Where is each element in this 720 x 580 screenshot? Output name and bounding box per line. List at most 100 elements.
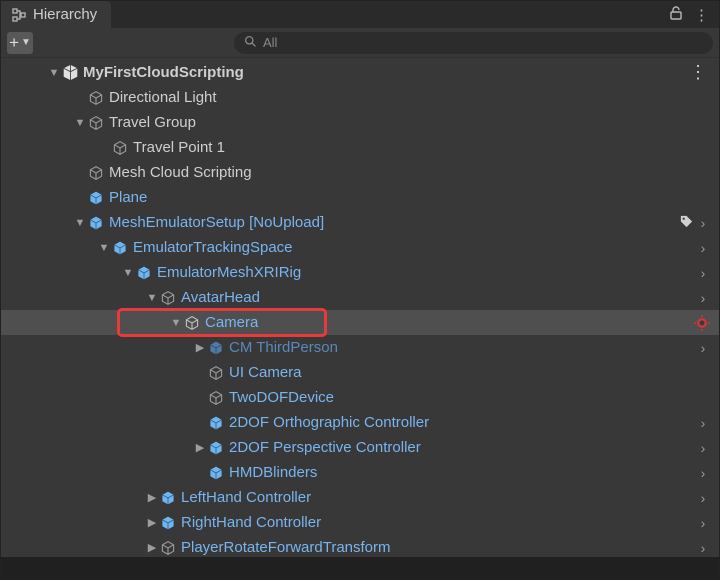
tree-row[interactable]: ▼ Travel Group bbox=[1, 110, 719, 135]
gameobject-icon bbox=[111, 139, 129, 157]
item-label: UI Camera bbox=[229, 364, 711, 381]
foldout-icon[interactable]: ▼ bbox=[73, 217, 87, 229]
tree-row[interactable]: ▼ HMDBlinders › bbox=[1, 460, 719, 485]
panel-header: Hierarchy ⋮ bbox=[1, 1, 719, 28]
chevron-down-icon: ▼ bbox=[21, 38, 31, 48]
tree-row-camera[interactable]: ▼ Camera bbox=[1, 310, 719, 335]
prefab-icon bbox=[207, 414, 225, 432]
item-label: TwoDOFDevice bbox=[229, 389, 711, 406]
foldout-icon[interactable]: ▼ bbox=[47, 67, 61, 79]
warning-icon[interactable] bbox=[693, 314, 711, 332]
chevron-right-icon[interactable]: › bbox=[695, 440, 711, 456]
plus-icon: + bbox=[9, 34, 19, 51]
tree-row[interactable]: ▼ AvatarHead › bbox=[1, 285, 719, 310]
item-label: HMDBlinders bbox=[229, 464, 695, 481]
tree-row[interactable]: ▼ MeshEmulatorSetup [NoUpload] › bbox=[1, 210, 719, 235]
item-label: PlayerRotateForwardTransform bbox=[181, 539, 695, 556]
panel-menu-icon[interactable]: ⋮ bbox=[694, 6, 709, 24]
tree-row[interactable]: ▼ Mesh Cloud Scripting bbox=[1, 160, 719, 185]
item-label: CM ThirdPerson bbox=[229, 339, 695, 356]
foldout-icon[interactable]: ▶ bbox=[193, 441, 207, 454]
item-label: Camera bbox=[205, 314, 693, 331]
item-label: EmulatorTrackingSpace bbox=[133, 239, 695, 256]
chevron-right-icon[interactable]: › bbox=[695, 465, 711, 481]
foldout-icon[interactable]: ▶ bbox=[145, 516, 159, 529]
foldout-icon[interactable]: ▼ bbox=[121, 267, 135, 279]
item-label: 2DOF Orthographic Controller bbox=[229, 414, 695, 431]
tab-title: Hierarchy bbox=[33, 6, 97, 23]
gameobject-icon bbox=[87, 164, 105, 182]
chevron-right-icon[interactable]: › bbox=[695, 215, 711, 231]
gameobject-icon bbox=[87, 114, 105, 132]
tree-row[interactable]: ▶ 2DOF Perspective Controller › bbox=[1, 435, 719, 460]
search-input[interactable]: All bbox=[234, 32, 713, 54]
prefab-icon bbox=[207, 439, 225, 457]
hierarchy-tab[interactable]: Hierarchy bbox=[1, 1, 111, 28]
item-label: LeftHand Controller bbox=[181, 489, 695, 506]
chevron-right-icon[interactable]: › bbox=[695, 340, 711, 356]
prefab-icon bbox=[111, 239, 129, 257]
toolbar: + ▼ All bbox=[1, 28, 719, 58]
prefab-icon bbox=[207, 464, 225, 482]
tree-row[interactable]: ▼ EmulatorTrackingSpace › bbox=[1, 235, 719, 260]
chevron-right-icon[interactable]: › bbox=[695, 490, 711, 506]
chevron-right-icon[interactable]: › bbox=[695, 290, 711, 306]
tree-row[interactable]: ▼ TwoDOFDevice bbox=[1, 385, 719, 410]
hierarchy-tree[interactable]: ▼ MyFirstCloudScripting ⋮ ▼ Directional … bbox=[1, 58, 719, 557]
foldout-icon[interactable]: ▼ bbox=[169, 317, 183, 329]
foldout-icon[interactable]: ▼ bbox=[73, 117, 87, 129]
lock-icon[interactable] bbox=[668, 5, 684, 25]
item-label: RightHand Controller bbox=[181, 514, 695, 531]
search-icon bbox=[244, 35, 257, 51]
tag-icon[interactable] bbox=[679, 214, 695, 232]
foldout-icon[interactable]: ▼ bbox=[145, 292, 159, 304]
item-label: 2DOF Perspective Controller bbox=[229, 439, 695, 456]
tree-row[interactable]: ▶ PlayerRotateForwardTransform › bbox=[1, 535, 719, 557]
chevron-right-icon[interactable]: › bbox=[695, 265, 711, 281]
chevron-right-icon[interactable]: › bbox=[695, 240, 711, 256]
chevron-right-icon[interactable]: › bbox=[695, 540, 711, 556]
gameobject-icon bbox=[159, 539, 177, 557]
scene-name: MyFirstCloudScripting bbox=[83, 64, 685, 81]
header-right: ⋮ bbox=[658, 1, 719, 28]
item-label: EmulatorMeshXRIRig bbox=[157, 264, 695, 281]
prefab-icon bbox=[159, 489, 177, 507]
chevron-right-icon[interactable]: › bbox=[695, 415, 711, 431]
prefab-icon bbox=[135, 264, 153, 282]
tree-row[interactable]: ▼ EmulatorMeshXRIRig › bbox=[1, 260, 719, 285]
tree-row[interactable]: ▼ Plane bbox=[1, 185, 719, 210]
item-label: Travel Point 1 bbox=[133, 139, 711, 156]
foldout-icon[interactable]: ▶ bbox=[145, 541, 159, 554]
status-bar bbox=[1, 557, 719, 579]
item-label: Directional Light bbox=[109, 89, 711, 106]
tree-row[interactable]: ▼ UI Camera bbox=[1, 360, 719, 385]
prefab-icon bbox=[87, 189, 105, 207]
foldout-icon[interactable]: ▶ bbox=[145, 491, 159, 504]
tree-row[interactable]: ▶ RightHand Controller › bbox=[1, 510, 719, 535]
prefab-icon bbox=[159, 514, 177, 532]
add-button[interactable]: + ▼ bbox=[7, 32, 33, 54]
tree-row[interactable]: ▼ Travel Point 1 bbox=[1, 135, 719, 160]
item-label: Mesh Cloud Scripting bbox=[109, 164, 711, 181]
gameobject-icon bbox=[207, 364, 225, 382]
tree-row[interactable]: ▶ CM ThirdPerson › bbox=[1, 335, 719, 360]
item-label: Travel Group bbox=[109, 114, 711, 131]
prefab-icon bbox=[87, 214, 105, 232]
prefab-icon bbox=[207, 339, 225, 357]
foldout-icon[interactable]: ▼ bbox=[97, 242, 111, 254]
tree-row[interactable]: ▼ Directional Light bbox=[1, 85, 719, 110]
search-placeholder: All bbox=[263, 35, 277, 50]
gameobject-icon bbox=[159, 289, 177, 307]
item-label: MeshEmulatorSetup [NoUpload] bbox=[109, 214, 679, 231]
chevron-right-icon[interactable]: › bbox=[695, 515, 711, 531]
scene-menu-icon[interactable]: ⋮ bbox=[685, 62, 711, 83]
hierarchy-panel: Hierarchy ⋮ + ▼ bbox=[0, 0, 720, 580]
gameobject-icon bbox=[207, 389, 225, 407]
tree-row[interactable]: ▼ 2DOF Orthographic Controller › bbox=[1, 410, 719, 435]
hierarchy-icon bbox=[11, 7, 27, 23]
foldout-icon[interactable]: ▶ bbox=[193, 341, 207, 354]
scene-row[interactable]: ▼ MyFirstCloudScripting ⋮ bbox=[1, 60, 719, 85]
unity-logo-icon bbox=[61, 64, 79, 82]
gameobject-icon bbox=[87, 89, 105, 107]
tree-row[interactable]: ▶ LeftHand Controller › bbox=[1, 485, 719, 510]
